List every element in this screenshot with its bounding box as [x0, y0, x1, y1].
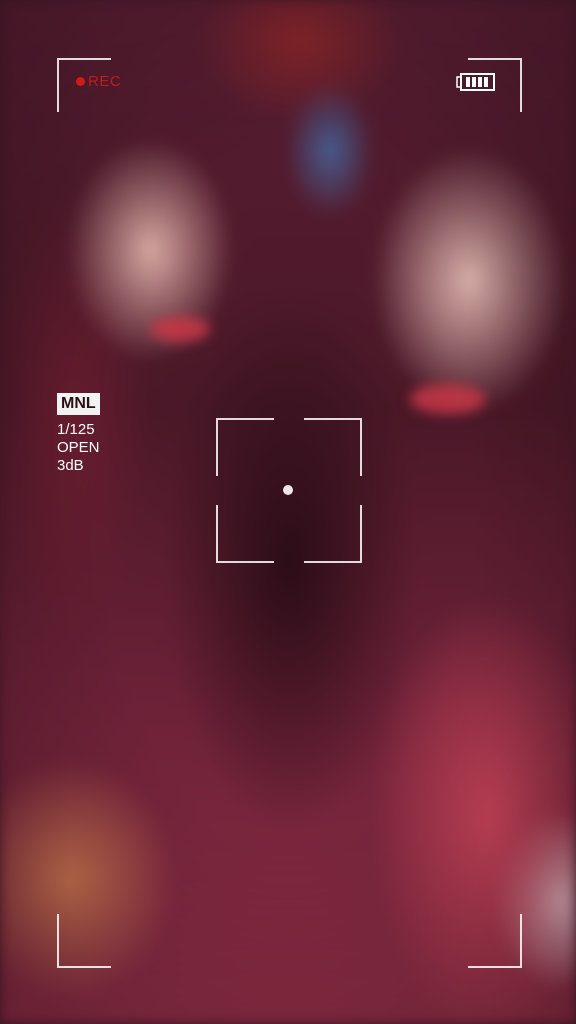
mode-badge: MNL	[57, 393, 100, 415]
focus-reticle-icon[interactable]	[216, 418, 362, 563]
exposure-info: MNL 1/125 OPEN 3dB	[57, 393, 100, 475]
frame-corner-bottom-left	[57, 914, 111, 968]
record-dot-icon	[76, 77, 85, 86]
frame-corner-bottom-right	[468, 914, 522, 968]
reticle-corner-bottom-right	[304, 505, 362, 563]
reticle-corner-bottom-left	[216, 505, 274, 563]
battery-icon	[456, 72, 496, 94]
rec-label: REC	[88, 73, 122, 90]
gain: 3dB	[57, 457, 84, 474]
reticle-corner-top-right	[304, 418, 362, 476]
focus-point	[283, 485, 293, 495]
shutter-speed: 1/125	[57, 421, 95, 438]
aperture: OPEN	[57, 439, 100, 456]
recording-indicator: REC	[76, 73, 121, 90]
reticle-corner-top-left	[216, 418, 274, 476]
